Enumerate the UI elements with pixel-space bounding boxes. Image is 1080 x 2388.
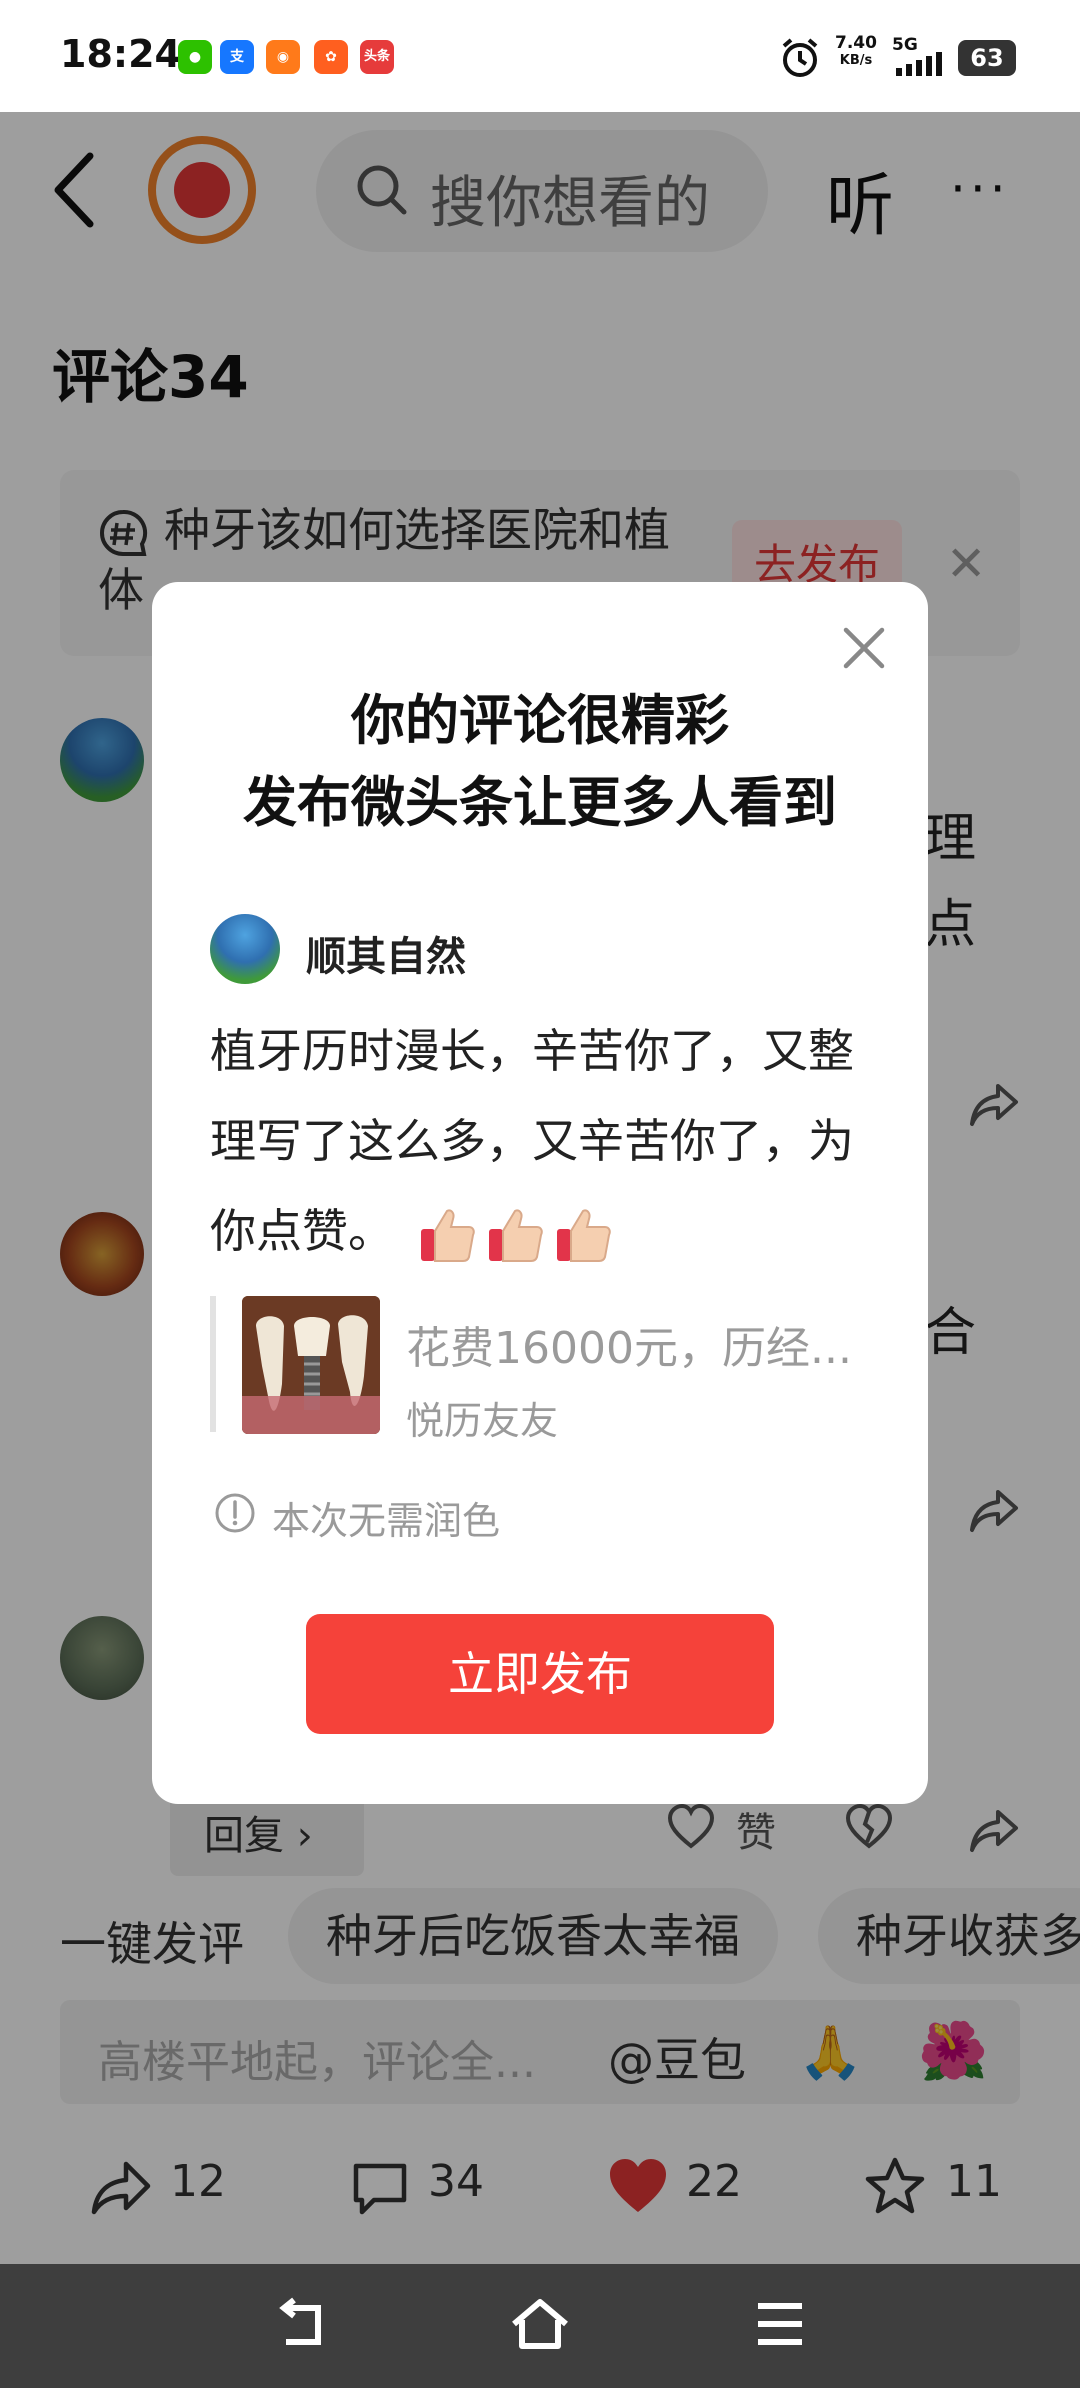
nav-back-icon[interactable] (272, 2296, 332, 2356)
net-speed: 7.40 KB/s (835, 33, 877, 68)
user-name: 顺其自然 (306, 934, 466, 980)
quote-divider (210, 1296, 216, 1432)
article-title: 花费16000元，历经... (406, 1323, 852, 1374)
app-icon: ✿ (314, 40, 348, 74)
thumbs-up-emoji (556, 1209, 611, 1262)
user-avatar (210, 914, 280, 984)
publish-now-button[interactable]: 立即发布 (306, 1614, 774, 1734)
nav-home-icon[interactable] (508, 2294, 572, 2354)
thumbs-up-emoji (488, 1209, 543, 1262)
battery-indicator: 63 (958, 40, 1016, 76)
comment-preview: 植牙历时漫长，辛苦你了，又整理写了这么多，又辛苦你了，为你点赞。 (210, 1006, 870, 1276)
wechat-icon: ● (178, 40, 212, 74)
toutiao-icon: 头条 (360, 40, 394, 74)
article-thumbnail (242, 1296, 380, 1434)
modal-title: 你的评论很精彩 发布微头条让更多人看到 (243, 689, 837, 834)
info-icon (215, 1493, 255, 1533)
article-author: 悦历友友 (406, 1399, 559, 1443)
modal-close-icon[interactable] (836, 620, 892, 676)
nav-menu-icon[interactable] (756, 2298, 804, 2350)
alarm-icon (782, 38, 818, 77)
alipay-icon: 支 (220, 40, 254, 74)
status-time: 18:24 (60, 32, 181, 76)
signal-icon (896, 52, 942, 76)
thumbs-up-emoji (420, 1209, 475, 1262)
no-polish-note: 本次无需润色 (272, 1499, 501, 1543)
taobao-icon: ◉ (266, 40, 300, 74)
